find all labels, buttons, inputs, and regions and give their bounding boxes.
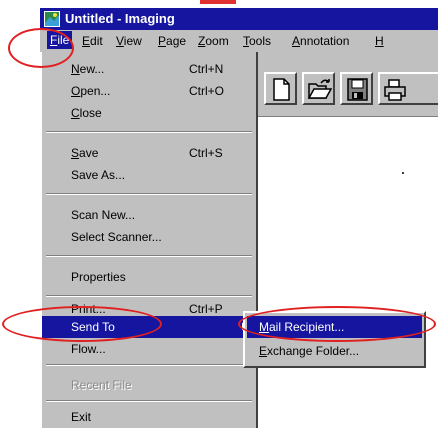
menu-item-label: Exit xyxy=(71,410,92,424)
shortcut-label: Ctrl+P xyxy=(189,302,223,316)
menu-separator xyxy=(46,131,252,133)
menu-item-label: Close xyxy=(71,106,102,120)
shortcut-label: Ctrl+S xyxy=(189,146,223,160)
menu-item-label: Flow... xyxy=(71,342,106,356)
menu-edit[interactable]: Edit xyxy=(82,34,103,48)
menu-item-label: New... xyxy=(71,62,105,76)
menu-item-label: Print... xyxy=(71,302,106,316)
menu-item-recent-file: Recent File xyxy=(42,374,256,396)
menu-separator xyxy=(46,400,252,402)
menu-separator xyxy=(46,295,252,297)
menu-item-select-scanner[interactable]: Select Scanner... xyxy=(42,226,256,248)
menu-item-label: Properties xyxy=(71,270,126,284)
menu-item-new[interactable]: New... Ctrl+N xyxy=(42,58,256,80)
file-menu-dropdown: New... Ctrl+N Open... Ctrl+O Close Save … xyxy=(40,52,258,428)
submenu-item-mail-recipient[interactable]: Mail Recipient... xyxy=(247,316,422,338)
menu-item-save[interactable]: Save Ctrl+S xyxy=(42,142,256,164)
title-bar: Untitled - Imaging xyxy=(40,8,438,30)
menu-item-label: Save xyxy=(71,146,99,160)
open-folder-button[interactable] xyxy=(302,72,335,105)
menu-item-send-to[interactable]: Send To ▶ xyxy=(42,316,256,338)
menu-help[interactable]: H xyxy=(375,34,384,48)
menu-item-label: Send To xyxy=(71,320,115,334)
menu-item-label: Mail Recipient... xyxy=(259,320,345,334)
menu-item-label: Exchange Folder... xyxy=(259,344,360,358)
menu-item-label: Select Scanner... xyxy=(71,230,162,244)
save-button[interactable] xyxy=(340,72,373,105)
open-folder-icon xyxy=(307,79,332,99)
menu-annotation[interactable]: Annotation xyxy=(292,34,349,48)
menu-bar: File Edit View Page Zoom Tools Annotatio… xyxy=(40,30,438,52)
menu-separator xyxy=(46,255,252,257)
menu-item-close[interactable]: Close xyxy=(42,102,256,124)
menu-item-exit[interactable]: Exit xyxy=(42,406,256,428)
shortcut-label: Ctrl+O xyxy=(189,84,225,98)
menu-separator xyxy=(46,364,252,366)
imaging-app-icon xyxy=(44,11,60,27)
submenu-item-exchange-folder[interactable]: Exchange Folder... xyxy=(247,340,422,362)
toolbar xyxy=(258,52,438,117)
menu-item-open[interactable]: Open... Ctrl+O xyxy=(42,80,256,102)
menu-item-label: Scan New... xyxy=(71,208,136,222)
send-to-submenu: Mail Recipient... Exchange Folder... xyxy=(243,311,426,368)
menu-file[interactable]: File xyxy=(47,31,73,49)
menu-tools[interactable]: Tools xyxy=(243,34,271,48)
menu-item-label: Recent File xyxy=(71,378,132,392)
menu-item-scan-new[interactable]: Scan New... xyxy=(42,204,256,226)
menu-item-label: Save As... xyxy=(71,168,126,182)
canvas-speck xyxy=(402,172,404,174)
new-document-button[interactable] xyxy=(264,72,297,105)
menu-page[interactable]: Page xyxy=(158,34,186,48)
menu-view[interactable]: View xyxy=(116,34,142,48)
menu-separator xyxy=(46,193,252,195)
menu-item-label: Open... xyxy=(71,84,111,98)
save-disk-icon xyxy=(347,78,368,101)
print-icon xyxy=(384,79,406,101)
window-title: Untitled - Imaging xyxy=(65,11,175,26)
menu-zoom[interactable]: Zoom xyxy=(198,34,229,48)
new-document-icon xyxy=(273,78,290,101)
menu-item-save-as[interactable]: Save As... xyxy=(42,164,256,186)
menu-item-properties[interactable]: Properties xyxy=(42,266,256,288)
print-button[interactable] xyxy=(378,72,438,105)
top-red-mark xyxy=(200,0,236,4)
menu-item-flow[interactable]: Flow... xyxy=(42,338,256,360)
shortcut-label: Ctrl+N xyxy=(189,62,224,76)
